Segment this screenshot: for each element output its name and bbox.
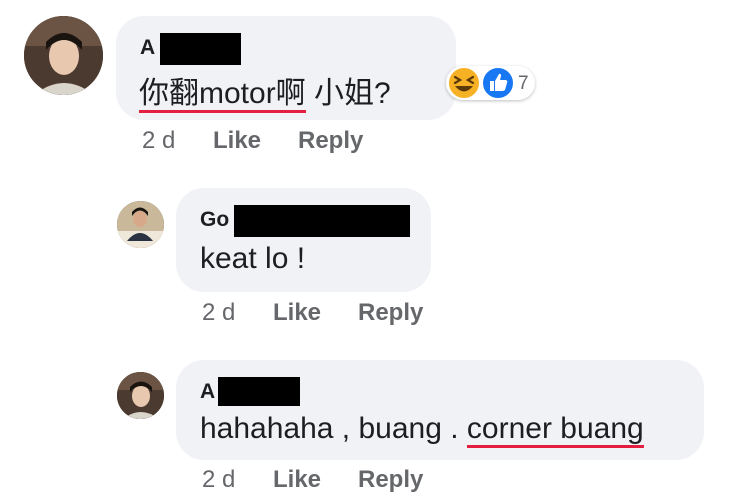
comment-text: hahahaha , buang . corner buang [200,412,644,448]
reply-button[interactable]: Reply [358,466,423,494]
comment-text-plain: hahahaha , buang . [200,412,467,445]
comment-time[interactable]: 2 d [202,466,235,494]
avatar[interactable] [117,372,164,419]
comment-author[interactable]: A [200,380,215,404]
underlined-text: corner buang [466,414,644,448]
user-avatar-icon [117,372,164,419]
redaction-box [218,377,300,406]
like-button[interactable]: Like [273,466,321,494]
comment-3: A hahahaha , buang . corner buang 2 d Li… [0,0,750,501]
comment-actions: 2 d Like Reply [202,466,502,496]
